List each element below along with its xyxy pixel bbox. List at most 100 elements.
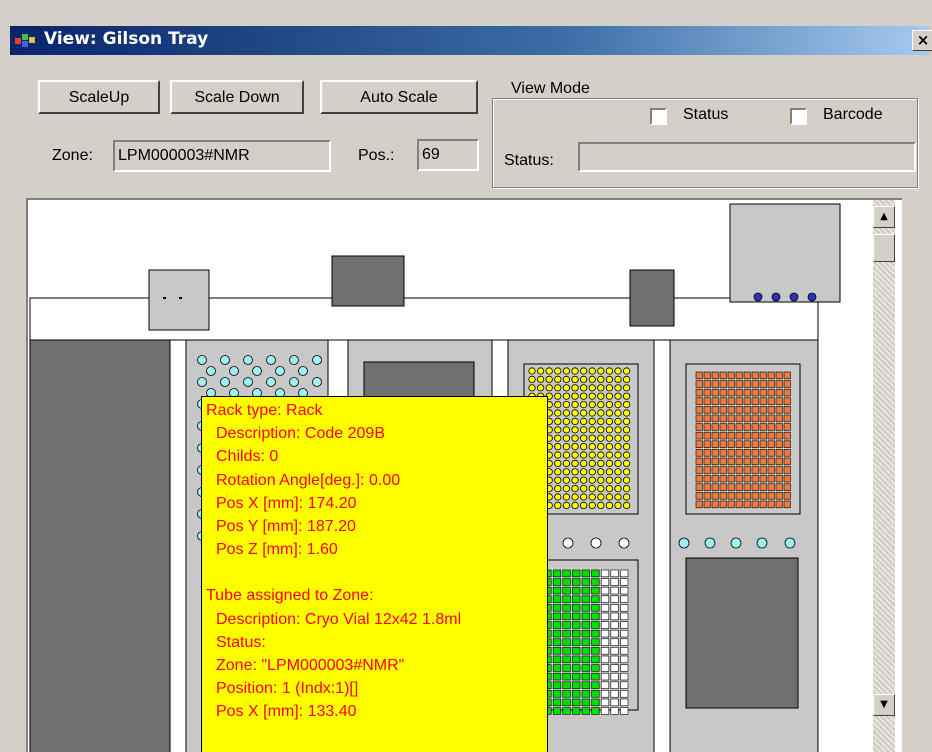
well xyxy=(581,647,590,655)
well xyxy=(759,492,767,500)
scroll-up-button[interactable]: ▲ xyxy=(873,206,895,228)
injector-port xyxy=(771,292,781,302)
well xyxy=(711,414,719,423)
scroll-thumb[interactable] xyxy=(873,234,895,262)
well xyxy=(727,388,735,397)
well xyxy=(266,355,276,365)
well xyxy=(727,449,735,457)
well xyxy=(743,406,751,414)
zone-field[interactable]: LPM000003#NMR xyxy=(113,140,331,172)
well xyxy=(751,371,759,380)
well xyxy=(579,501,588,509)
well xyxy=(572,655,581,664)
well xyxy=(605,401,614,409)
title-bar[interactable]: View: Gilson Tray × xyxy=(10,26,932,55)
well xyxy=(581,664,590,672)
well xyxy=(252,366,262,376)
barcode-checkbox[interactable] xyxy=(790,108,807,125)
well xyxy=(562,484,571,493)
scroll-down-button[interactable]: ▼ xyxy=(873,694,895,716)
well xyxy=(554,476,562,484)
well xyxy=(562,629,571,638)
well xyxy=(600,681,610,689)
zone-label: Zone: xyxy=(52,147,93,164)
well xyxy=(597,409,605,417)
well xyxy=(775,449,783,457)
well xyxy=(571,392,579,400)
well xyxy=(600,672,610,681)
well xyxy=(614,409,622,417)
well xyxy=(727,397,735,405)
well xyxy=(220,355,230,365)
well xyxy=(759,500,767,509)
well xyxy=(767,440,775,448)
well xyxy=(614,493,622,501)
well xyxy=(783,483,791,491)
well xyxy=(614,434,622,442)
tooltip-line: Status: xyxy=(216,633,266,651)
well xyxy=(622,367,631,375)
well xyxy=(562,375,571,383)
well xyxy=(588,443,596,451)
well xyxy=(614,401,622,409)
well xyxy=(614,451,622,459)
well xyxy=(727,457,735,466)
well xyxy=(562,664,571,672)
auto-scale-button[interactable]: Auto Scale xyxy=(320,80,478,114)
well xyxy=(695,500,703,509)
well xyxy=(562,401,571,409)
well xyxy=(759,397,767,405)
well xyxy=(579,384,588,392)
well xyxy=(605,375,614,383)
well xyxy=(727,380,735,388)
well xyxy=(591,681,600,689)
well xyxy=(562,681,571,689)
well xyxy=(562,392,571,400)
well xyxy=(695,466,703,474)
well xyxy=(591,569,600,578)
well xyxy=(620,707,629,715)
vertical-scrollbar[interactable]: ▲ ▼ xyxy=(873,200,895,752)
close-button[interactable]: × xyxy=(912,30,932,51)
well xyxy=(735,492,743,500)
status-checkbox[interactable] xyxy=(650,108,667,125)
well xyxy=(759,474,767,483)
well xyxy=(767,423,775,431)
well xyxy=(554,367,562,375)
well xyxy=(703,397,711,405)
pos-field[interactable]: 69 xyxy=(417,139,479,171)
well xyxy=(735,380,743,388)
well xyxy=(552,655,562,664)
well xyxy=(614,459,622,467)
well xyxy=(610,707,619,715)
well xyxy=(703,500,711,509)
well xyxy=(600,621,610,629)
well xyxy=(703,388,711,397)
well xyxy=(775,474,783,483)
well xyxy=(703,492,711,500)
well xyxy=(622,501,631,509)
well xyxy=(620,595,629,603)
well xyxy=(552,586,562,595)
arrow-up-icon: ▲ xyxy=(880,211,888,222)
well xyxy=(620,578,629,586)
well xyxy=(767,466,775,474)
well xyxy=(552,621,562,629)
well xyxy=(743,466,751,474)
tooltip-line: Description: Cryo Vial 12x42 1.8ml xyxy=(216,610,462,628)
well xyxy=(783,388,791,397)
scale-up-button[interactable]: ScaleUp xyxy=(38,80,160,114)
well xyxy=(597,501,605,509)
well xyxy=(581,621,590,629)
rack-5-plate xyxy=(685,363,801,515)
well xyxy=(581,612,590,621)
well xyxy=(614,367,622,375)
well xyxy=(695,457,703,466)
scale-down-button[interactable]: Scale Down xyxy=(170,80,304,114)
well xyxy=(600,595,610,603)
well xyxy=(591,638,600,646)
well xyxy=(289,377,299,387)
well xyxy=(581,569,590,578)
status-field[interactable] xyxy=(578,142,916,172)
well xyxy=(588,426,596,434)
